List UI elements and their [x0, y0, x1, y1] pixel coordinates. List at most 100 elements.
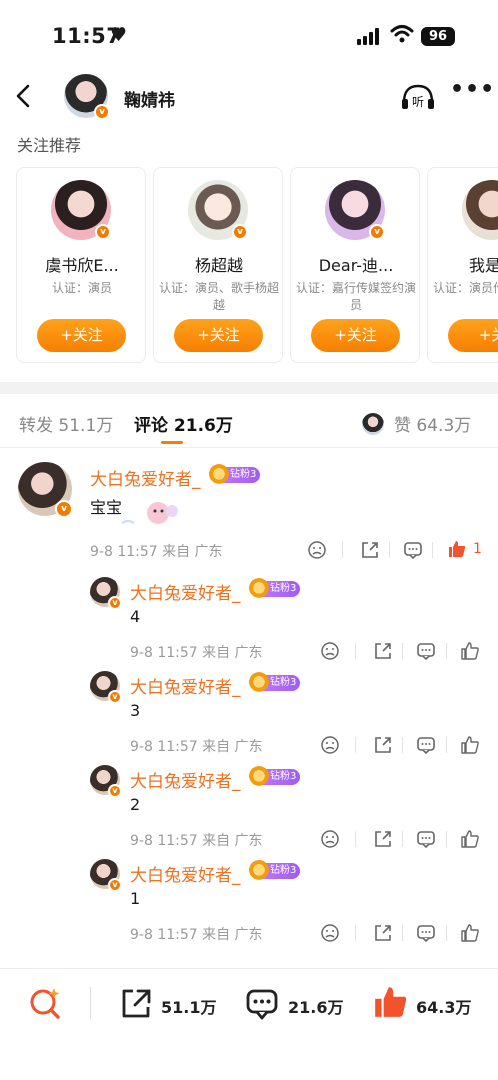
battery-indicator: 96 — [421, 27, 455, 46]
follow-button[interactable]: +关注 — [174, 319, 263, 352]
dislike-icon[interactable] — [320, 829, 340, 849]
bottom-toolbar: 51.1万 21.6万 64.3万 — [0, 968, 498, 1080]
divider — [402, 737, 403, 753]
share-icon[interactable] — [360, 540, 380, 560]
reply-meta: 9-8 11:57 来自 广东 — [130, 927, 263, 943]
verified-icon: v — [108, 596, 122, 610]
back-icon[interactable] — [10, 78, 40, 114]
share-icon[interactable] — [373, 735, 393, 755]
listen-icon[interactable]: 听 — [400, 82, 436, 112]
search-spark-icon[interactable] — [28, 986, 62, 1020]
avatar — [462, 180, 498, 240]
like-icon[interactable] — [460, 641, 480, 661]
tab-like[interactable]: 赞 64.3万 — [394, 411, 471, 436]
fan-badge-label: 钻粉3 — [270, 771, 297, 782]
follow-button[interactable]: +关注 — [37, 319, 126, 352]
divider — [446, 831, 447, 847]
like-icon[interactable] — [460, 923, 480, 943]
nav-bar: v 鞠婧祎 听 ••• — [0, 70, 498, 124]
page-title[interactable]: 鞠婧祎 — [124, 86, 175, 111]
recommend-card[interactable]: v 杨超越 认证：演员、歌手杨超越 +关注 — [153, 167, 283, 363]
share-icon[interactable] — [373, 829, 393, 849]
recommend-card[interactable]: v 虞书欣E... 认证：演员 +关注 — [16, 167, 146, 363]
recommend-name: 虞书欣E... — [45, 256, 119, 275]
verified-icon: v — [108, 784, 122, 798]
more-icon[interactable]: ••• — [450, 79, 494, 110]
reply-username[interactable]: 大白兔爱好者_ — [130, 673, 241, 698]
dislike-icon[interactable] — [320, 641, 340, 661]
divider — [446, 643, 447, 659]
reply-meta: 9-8 11:57 来自 广东 — [130, 645, 263, 661]
like-count[interactable]: 64.3万 — [416, 994, 471, 1018]
recommend-card[interactable]: v Dear-迪... 认证：嘉行传媒签约演员 +关注 — [290, 167, 420, 363]
fan-badge: 钻粉3 — [248, 766, 301, 788]
recommend-cert: 认证：演员、歌手杨超越 — [158, 281, 279, 312]
reply-username[interactable]: 大白兔爱好者_ — [130, 767, 241, 792]
like-icon[interactable] — [447, 539, 467, 559]
fan-badge-label: 钻粉3 — [230, 469, 257, 480]
reply-text: 1 — [130, 889, 141, 908]
fan-badge-label: 钻粉3 — [270, 677, 297, 688]
dislike-icon[interactable] — [307, 540, 327, 560]
like-icon[interactable] — [372, 984, 408, 1020]
comment-count[interactable]: 21.6万 — [288, 994, 343, 1018]
crown-icon — [208, 464, 230, 486]
avatar — [362, 413, 384, 435]
comment-text: 宝宝 — [90, 498, 123, 517]
tab-bar: 转发 51.1万 评论 21.6万 赞 64.3万 — [0, 405, 498, 445]
comment-username[interactable]: 大白兔爱好者_ — [90, 465, 201, 490]
recommend-name: 我是娇 — [468, 256, 498, 275]
divider — [432, 542, 433, 558]
divider — [402, 831, 403, 847]
reply-username[interactable]: 大白兔爱好者_ — [130, 861, 241, 886]
reply-username[interactable]: 大白兔爱好者_ — [130, 579, 241, 604]
comment-icon[interactable] — [416, 923, 436, 943]
recommend-card[interactable]: 我是娇 认证：演员作《玉茗茶 +关 — [427, 167, 498, 363]
divider — [355, 925, 356, 941]
divider — [355, 643, 356, 659]
like-icon[interactable] — [460, 735, 480, 755]
reply-meta: 9-8 11:57 来自 广东 — [130, 833, 263, 849]
divider — [446, 737, 447, 753]
crown-icon — [248, 860, 270, 882]
fan-badge: 钻粉3 — [248, 860, 301, 882]
divider — [402, 925, 403, 941]
comment-icon[interactable] — [416, 641, 436, 661]
comment-icon[interactable] — [403, 540, 423, 560]
tab-repost[interactable]: 转发 51.1万 — [19, 411, 113, 436]
tab-comment[interactable]: 评论 21.6万 — [134, 411, 233, 436]
divider — [355, 831, 356, 847]
recommend-name: Dear-迪... — [318, 256, 394, 275]
share-icon[interactable] — [373, 923, 393, 943]
verified-icon: v — [369, 224, 385, 240]
divider — [90, 987, 91, 1019]
heart-icon: ♥ — [110, 24, 128, 46]
share-icon[interactable] — [373, 641, 393, 661]
follow-button[interactable]: +关 — [448, 319, 498, 352]
fan-badge: 钻粉3 — [248, 672, 301, 694]
reply-text: 4 — [130, 607, 141, 626]
comment-icon[interactable] — [416, 829, 436, 849]
dislike-icon[interactable] — [320, 923, 340, 943]
divider — [389, 542, 390, 558]
status-bar: 11:57 ♥ 96 — [0, 0, 498, 70]
recommend-list: v 虞书欣E... 认证：演员 +关注 v 杨超越 认证：演员、歌手杨超越 +关… — [16, 167, 498, 365]
share-icon[interactable] — [119, 987, 153, 1021]
crown-icon — [248, 578, 270, 600]
like-icon[interactable] — [460, 829, 480, 849]
recommend-cert: 认证：演员 — [51, 281, 112, 295]
reply-text: 2 — [130, 795, 141, 814]
follow-button[interactable]: +关注 — [311, 319, 400, 352]
reply-meta: 9-8 11:57 来自 广东 — [130, 739, 263, 755]
verified-icon: v — [95, 224, 111, 240]
divider — [342, 542, 343, 558]
reply-text: 3 — [130, 701, 141, 720]
comment-icon[interactable] — [416, 735, 436, 755]
repost-count[interactable]: 51.1万 — [161, 994, 216, 1018]
dislike-icon[interactable] — [320, 735, 340, 755]
comment-icon[interactable] — [245, 987, 279, 1021]
verified-icon: v — [108, 878, 122, 892]
crown-icon — [248, 766, 270, 788]
wifi-icon — [390, 25, 414, 43]
listen-label: 听 — [412, 95, 424, 109]
